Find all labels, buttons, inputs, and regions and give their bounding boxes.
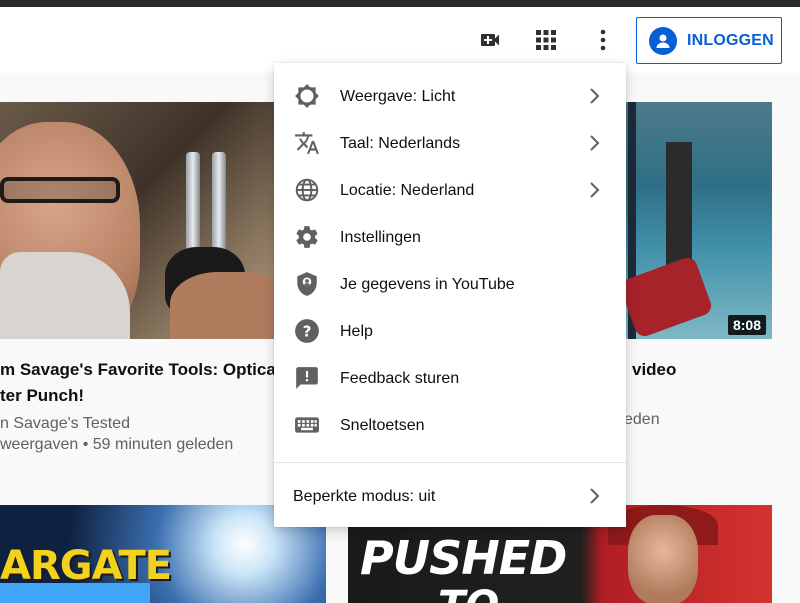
menu-item-label: Locatie: Nederland (340, 181, 475, 199)
gear-icon (294, 224, 320, 250)
menu-item-label: Beperkte modus: uit (293, 487, 436, 505)
video-stats: weergaven • 59 minuten geleden (0, 436, 234, 453)
menu-item-label: Feedback sturen (340, 369, 460, 387)
menu-item-help[interactable]: ? Help (274, 308, 626, 355)
svg-text:?: ? (303, 322, 312, 340)
menu-item-label: Taal: Nederlands (340, 134, 461, 152)
menu-item-language[interactable]: Taal: Nederlands (274, 120, 626, 167)
video-duration: 8:08 (727, 315, 766, 335)
menu-item-feedback[interactable]: Feedback sturen (274, 355, 626, 402)
thumbnail-rod (212, 152, 226, 252)
video-title[interactable]: video (632, 357, 676, 383)
menu-item-restricted-mode[interactable]: Beperkte modus: uit (274, 473, 626, 520)
settings-menu: Weergave: Licht Taal: Nederlands Locatie… (274, 63, 626, 527)
globe-icon (294, 177, 320, 203)
create-video-icon[interactable] (473, 23, 507, 57)
menu-item-label: Weergave: Licht (340, 87, 456, 105)
thumbnail-text-band (0, 583, 150, 603)
translate-icon (294, 130, 320, 156)
thumbnail-glasses (0, 177, 120, 203)
more-vertical-icon[interactable] (586, 23, 620, 57)
thumbnail-text: TO (438, 583, 499, 603)
menu-item-your-data[interactable]: Je gegevens in YouTube (274, 261, 626, 308)
chevron-right-icon (584, 133, 604, 153)
video-title-line: ter Punch! (0, 386, 85, 405)
signin-button[interactable]: INLOGGEN (636, 17, 782, 64)
menu-item-label: Help (340, 322, 373, 340)
chevron-right-icon (584, 86, 604, 106)
menu-divider (274, 462, 626, 463)
help-icon: ? (294, 318, 320, 344)
video-title[interactable]: m Savage's Favorite Tools: Optica ter Pu… (0, 357, 280, 409)
shield-person-icon (294, 271, 320, 297)
menu-item-shortcuts[interactable]: Sneltoetsen (274, 402, 626, 449)
chevron-right-icon (584, 486, 604, 506)
signin-label: INLOGGEN (687, 31, 774, 49)
appearance-icon (294, 83, 320, 109)
menu-item-label: Je gegevens in YouTube (340, 275, 515, 293)
apps-grid-icon[interactable] (529, 23, 563, 57)
video-meta: n Savage's Tested weergaven • 59 minuten… (0, 413, 280, 455)
video-meta: eden (624, 411, 660, 428)
channel-name[interactable]: n Savage's Tested (0, 413, 280, 434)
thumbnail-face (628, 515, 698, 603)
menu-item-label: Sneltoetsen (340, 416, 425, 434)
menu-item-location[interactable]: Locatie: Nederland (274, 167, 626, 214)
thumbnail-hand (170, 272, 290, 339)
window-top-strip (0, 0, 800, 7)
thumbnail-rod (186, 152, 200, 252)
keyboard-icon (294, 412, 320, 438)
menu-item-appearance[interactable]: Weergave: Licht (274, 73, 626, 120)
thumbnail-text: PUSHED (360, 531, 567, 585)
feedback-icon (294, 365, 320, 391)
chevron-right-icon (584, 180, 604, 200)
video-title-line: m Savage's Favorite Tools: Optica (0, 360, 276, 379)
menu-item-label: Instellingen (340, 228, 421, 246)
menu-item-settings[interactable]: Instellingen (274, 214, 626, 261)
account-circle-icon (649, 26, 677, 55)
